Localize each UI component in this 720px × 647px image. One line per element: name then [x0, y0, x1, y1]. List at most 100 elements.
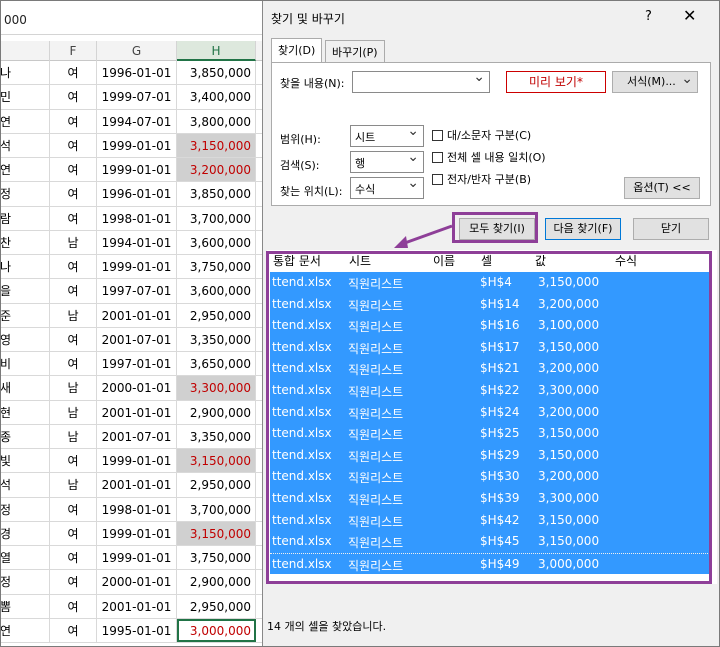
cell-g[interactable]: 2001-01-01	[97, 473, 177, 497]
column-header-h[interactable]: H	[177, 41, 256, 61]
cell-e[interactable]: 연	[0, 109, 50, 133]
cell-f[interactable]: 남	[50, 400, 97, 424]
options-button[interactable]: 옵션(T) <<	[624, 177, 700, 199]
cell-f[interactable]: 여	[50, 206, 97, 230]
cell-e[interactable]: 준	[0, 303, 50, 327]
cell-h[interactable]: 3,350,000	[177, 327, 256, 351]
match-byte-checkbox[interactable]: 전자/반자 구분(B)	[432, 171, 531, 187]
cell-f[interactable]: 남	[50, 303, 97, 327]
cell-e[interactable]: 경	[0, 521, 50, 545]
list-item[interactable]: ttend.xlsx 직원리스트 $H$29 3,150,000	[270, 444, 710, 467]
cell-g[interactable]: 1999-01-01	[97, 158, 177, 182]
cell-e[interactable]: 을	[0, 279, 50, 303]
cell-h[interactable]: 2,900,000	[177, 570, 256, 594]
cell-e[interactable]: 나	[0, 255, 50, 279]
cell-f[interactable]: 여	[50, 61, 97, 85]
cell-f[interactable]: 여	[50, 327, 97, 351]
cell-f[interactable]: 남	[50, 473, 97, 497]
cell-h[interactable]: 3,150,000	[177, 521, 256, 545]
list-item[interactable]: ttend.xlsx 직원리스트 $H$16 3,100,000	[270, 315, 710, 337]
tab-replace[interactable]: 바꾸기(P)	[325, 40, 385, 62]
cell-f[interactable]: 여	[50, 182, 97, 206]
cell-e[interactable]: 민	[0, 85, 50, 109]
cell-f[interactable]: 여	[50, 158, 97, 182]
cell-e[interactable]: 뽐	[0, 594, 50, 618]
cell-h[interactable]: 3,750,000	[177, 546, 256, 570]
tab-find[interactable]: 찾기(D)	[271, 38, 323, 63]
cell-f[interactable]: 여	[50, 133, 97, 157]
cell-e[interactable]: 영	[0, 327, 50, 351]
cell-g[interactable]: 2001-01-01	[97, 303, 177, 327]
cell-h[interactable]: 3,650,000	[177, 352, 256, 376]
find-what-input[interactable]	[352, 69, 490, 93]
cell-e[interactable]: 정	[0, 182, 50, 206]
cell-e[interactable]: 비	[0, 352, 50, 376]
cell-e[interactable]: 석	[0, 473, 50, 497]
cell-g[interactable]: 1994-07-01	[97, 109, 177, 133]
cell-e[interactable]: 석	[0, 133, 50, 157]
list-item[interactable]: ttend.xlsx 직원리스트 $H$21 3,200,000	[270, 358, 710, 380]
cell-e[interactable]: 나	[0, 61, 50, 85]
column-header-f[interactable]: F	[50, 41, 97, 61]
cell-h[interactable]: 3,700,000	[177, 497, 256, 521]
cell-h[interactable]: 2,950,000	[177, 594, 256, 618]
cell-g[interactable]: 1999-01-01	[97, 546, 177, 570]
cell-h[interactable]: 3,750,000	[177, 255, 256, 279]
cell-g[interactable]: 2001-01-01	[97, 594, 177, 618]
cell-h[interactable]: 3,300,000	[177, 376, 256, 400]
results-header-formula[interactable]: 수식	[615, 252, 637, 269]
cell-e[interactable]: 람	[0, 206, 50, 230]
cell-f[interactable]: 여	[50, 352, 97, 376]
cell-e[interactable]: 정	[0, 570, 50, 594]
cell-f[interactable]: 여	[50, 570, 97, 594]
cell-f[interactable]: 여	[50, 449, 97, 473]
cell-h[interactable]: 2,900,000	[177, 400, 256, 424]
cell-f[interactable]: 여	[50, 255, 97, 279]
cell-e[interactable]: 빛	[0, 449, 50, 473]
list-item[interactable]: ttend.xlsx 직원리스트 $H$25 3,150,000	[270, 423, 710, 445]
cell-h[interactable]: 3,150,000	[177, 133, 256, 157]
results-header-name[interactable]: 이름	[433, 252, 455, 269]
list-item[interactable]: ttend.xlsx 직원리스트 $H$17 3,150,000	[270, 336, 710, 359]
cell-h[interactable]: 2,950,000	[177, 473, 256, 497]
cell-g[interactable]: 1999-01-01	[97, 255, 177, 279]
results-header-value[interactable]: 값	[535, 252, 546, 269]
close-icon[interactable]: ✕	[683, 6, 696, 25]
cell-g[interactable]: 1998-01-01	[97, 206, 177, 230]
close-button[interactable]: 닫기	[633, 218, 709, 240]
cell-g[interactable]: 2001-07-01	[97, 424, 177, 448]
find-all-button[interactable]: 모두 찾기(I)	[459, 218, 535, 240]
cell-g[interactable]: 1999-01-01	[97, 133, 177, 157]
cell-h[interactable]: 3,850,000	[177, 61, 256, 85]
list-item[interactable]: ttend.xlsx 직원리스트 $H$14 3,200,000	[270, 293, 710, 316]
list-item[interactable]: ttend.xlsx 직원리스트 $H$49 3,000,000	[270, 552, 710, 575]
cell-g[interactable]: 2001-07-01	[97, 327, 177, 351]
cell-h[interactable]: 3,600,000	[177, 279, 256, 303]
cell-f[interactable]: 여	[50, 497, 97, 521]
match-entire-checkbox[interactable]: 전체 셀 내용 일치(O)	[432, 149, 546, 165]
format-button[interactable]: 서식(M)...	[612, 69, 698, 93]
cell-e[interactable]: 열	[0, 546, 50, 570]
cell-g[interactable]: 2000-01-01	[97, 376, 177, 400]
list-item[interactable]: ttend.xlsx 직원리스트 $H$39 3,300,000	[270, 488, 710, 510]
results-header-book[interactable]: 통합 문서	[273, 252, 321, 269]
cell-h[interactable]: 3,200,000	[177, 158, 256, 182]
cell-g[interactable]: 2001-01-01	[97, 400, 177, 424]
cell-h[interactable]: 3,350,000	[177, 424, 256, 448]
cell-f[interactable]: 여	[50, 521, 97, 545]
cell-e[interactable]: 정	[0, 497, 50, 521]
cell-f[interactable]: 남	[50, 376, 97, 400]
scope-select[interactable]: 시트	[350, 123, 424, 147]
formula-bar[interactable]: 000	[0, 5, 264, 35]
cell-h[interactable]: 3,000,000	[177, 618, 256, 642]
cell-e[interactable]: 현	[0, 400, 50, 424]
cell-h[interactable]: 3,800,000	[177, 109, 256, 133]
cell-e[interactable]: 연	[0, 618, 50, 642]
cell-g[interactable]: 1994-01-01	[97, 230, 177, 254]
cell-g[interactable]: 1999-01-01	[97, 521, 177, 545]
cell-g[interactable]: 1999-07-01	[97, 85, 177, 109]
list-item[interactable]: ttend.xlsx 직원리스트 $H$4 3,150,000	[270, 272, 710, 294]
spreadsheet[interactable]: 000 F G H 나 여 1996-01-01 3,850,000 민 여 1999-07…	[0, 0, 264, 647]
cell-f[interactable]: 여	[50, 279, 97, 303]
cell-e[interactable]: 찬	[0, 230, 50, 254]
